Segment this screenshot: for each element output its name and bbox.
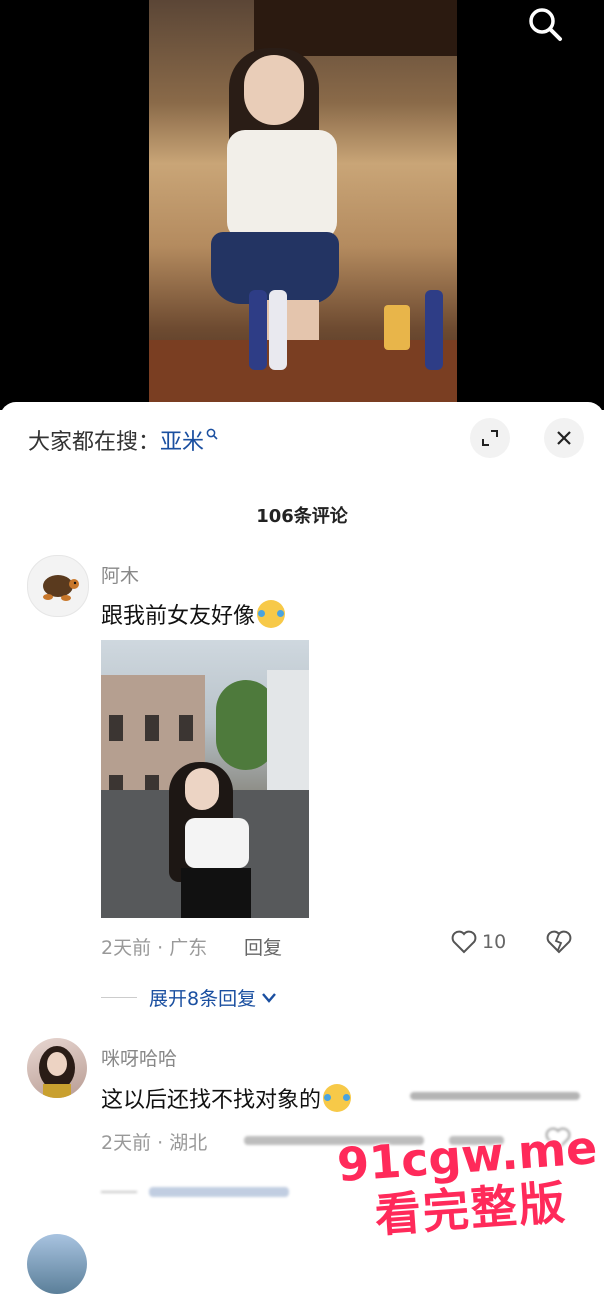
person-skirt: [181, 868, 251, 918]
expand-replies[interactable]: 展开8条回复: [101, 984, 278, 1011]
rofl-emoji-icon: [323, 1084, 352, 1112]
comment-text: 跟我前女友好像: [101, 598, 286, 630]
bottle: [249, 290, 267, 370]
person-face: [185, 768, 219, 810]
like-button[interactable]: 10: [450, 929, 506, 955]
avatar[interactable]: [27, 1234, 87, 1294]
hot-search-label: 大家都在搜：: [28, 430, 161, 455]
blurred-text: [410, 1086, 590, 1106]
table: [149, 340, 457, 410]
search-button[interactable]: [520, 0, 570, 48]
beer-glass: [384, 305, 410, 350]
girl-face: [244, 55, 304, 125]
blurred-expand: [101, 1184, 301, 1198]
expand-button[interactable]: [470, 418, 510, 458]
hot-search-keyword[interactable]: 亚米: [160, 424, 204, 456]
expand-icon: [482, 430, 498, 446]
girl-top: [227, 130, 337, 240]
reply-button[interactable]: 回复: [244, 933, 282, 960]
avatar[interactable]: [27, 1038, 87, 1098]
person-top: [185, 818, 249, 868]
comment-author[interactable]: 阿木: [101, 561, 139, 588]
hot-search[interactable]: 大家都在搜： 亚米: [28, 424, 218, 456]
expand-replies-label: 展开8条回复: [149, 988, 257, 1010]
close-icon: [557, 431, 571, 445]
video-player[interactable]: [0, 0, 604, 410]
bottle: [269, 290, 287, 370]
rofl-emoji-icon: [257, 600, 286, 628]
comment-meta: 2天前 · 广东: [101, 937, 208, 959]
dislike-button[interactable]: [545, 929, 573, 959]
search-icon: [206, 428, 218, 443]
close-button[interactable]: [544, 418, 584, 458]
like-count: 10: [482, 931, 507, 953]
bottle: [425, 290, 443, 370]
comment-image[interactable]: [101, 640, 309, 918]
comment-body: 这以后还找不找对象的: [101, 1088, 322, 1113]
video-frame: [149, 0, 457, 410]
turtle-avatar-icon: [43, 575, 79, 601]
broken-heart-icon: [546, 930, 572, 954]
comment-text: 这以后还找不找对象的: [101, 1082, 352, 1114]
portrait-avatar-icon: [39, 1046, 75, 1098]
comment-meta: 2天前 · 湖北: [101, 1132, 208, 1154]
comment-author[interactable]: 咪呀哈哈: [101, 1044, 177, 1071]
avatar[interactable]: [27, 555, 89, 617]
watermark: 91cgw.me 看完整版: [331, 1120, 604, 1246]
chevron-down-icon: [262, 992, 277, 1003]
divider: [101, 997, 137, 998]
comment-body: 跟我前女友好像: [101, 604, 256, 629]
search-icon: [529, 8, 562, 41]
comment-count: 106条评论: [256, 506, 348, 527]
heart-icon: [451, 930, 477, 954]
